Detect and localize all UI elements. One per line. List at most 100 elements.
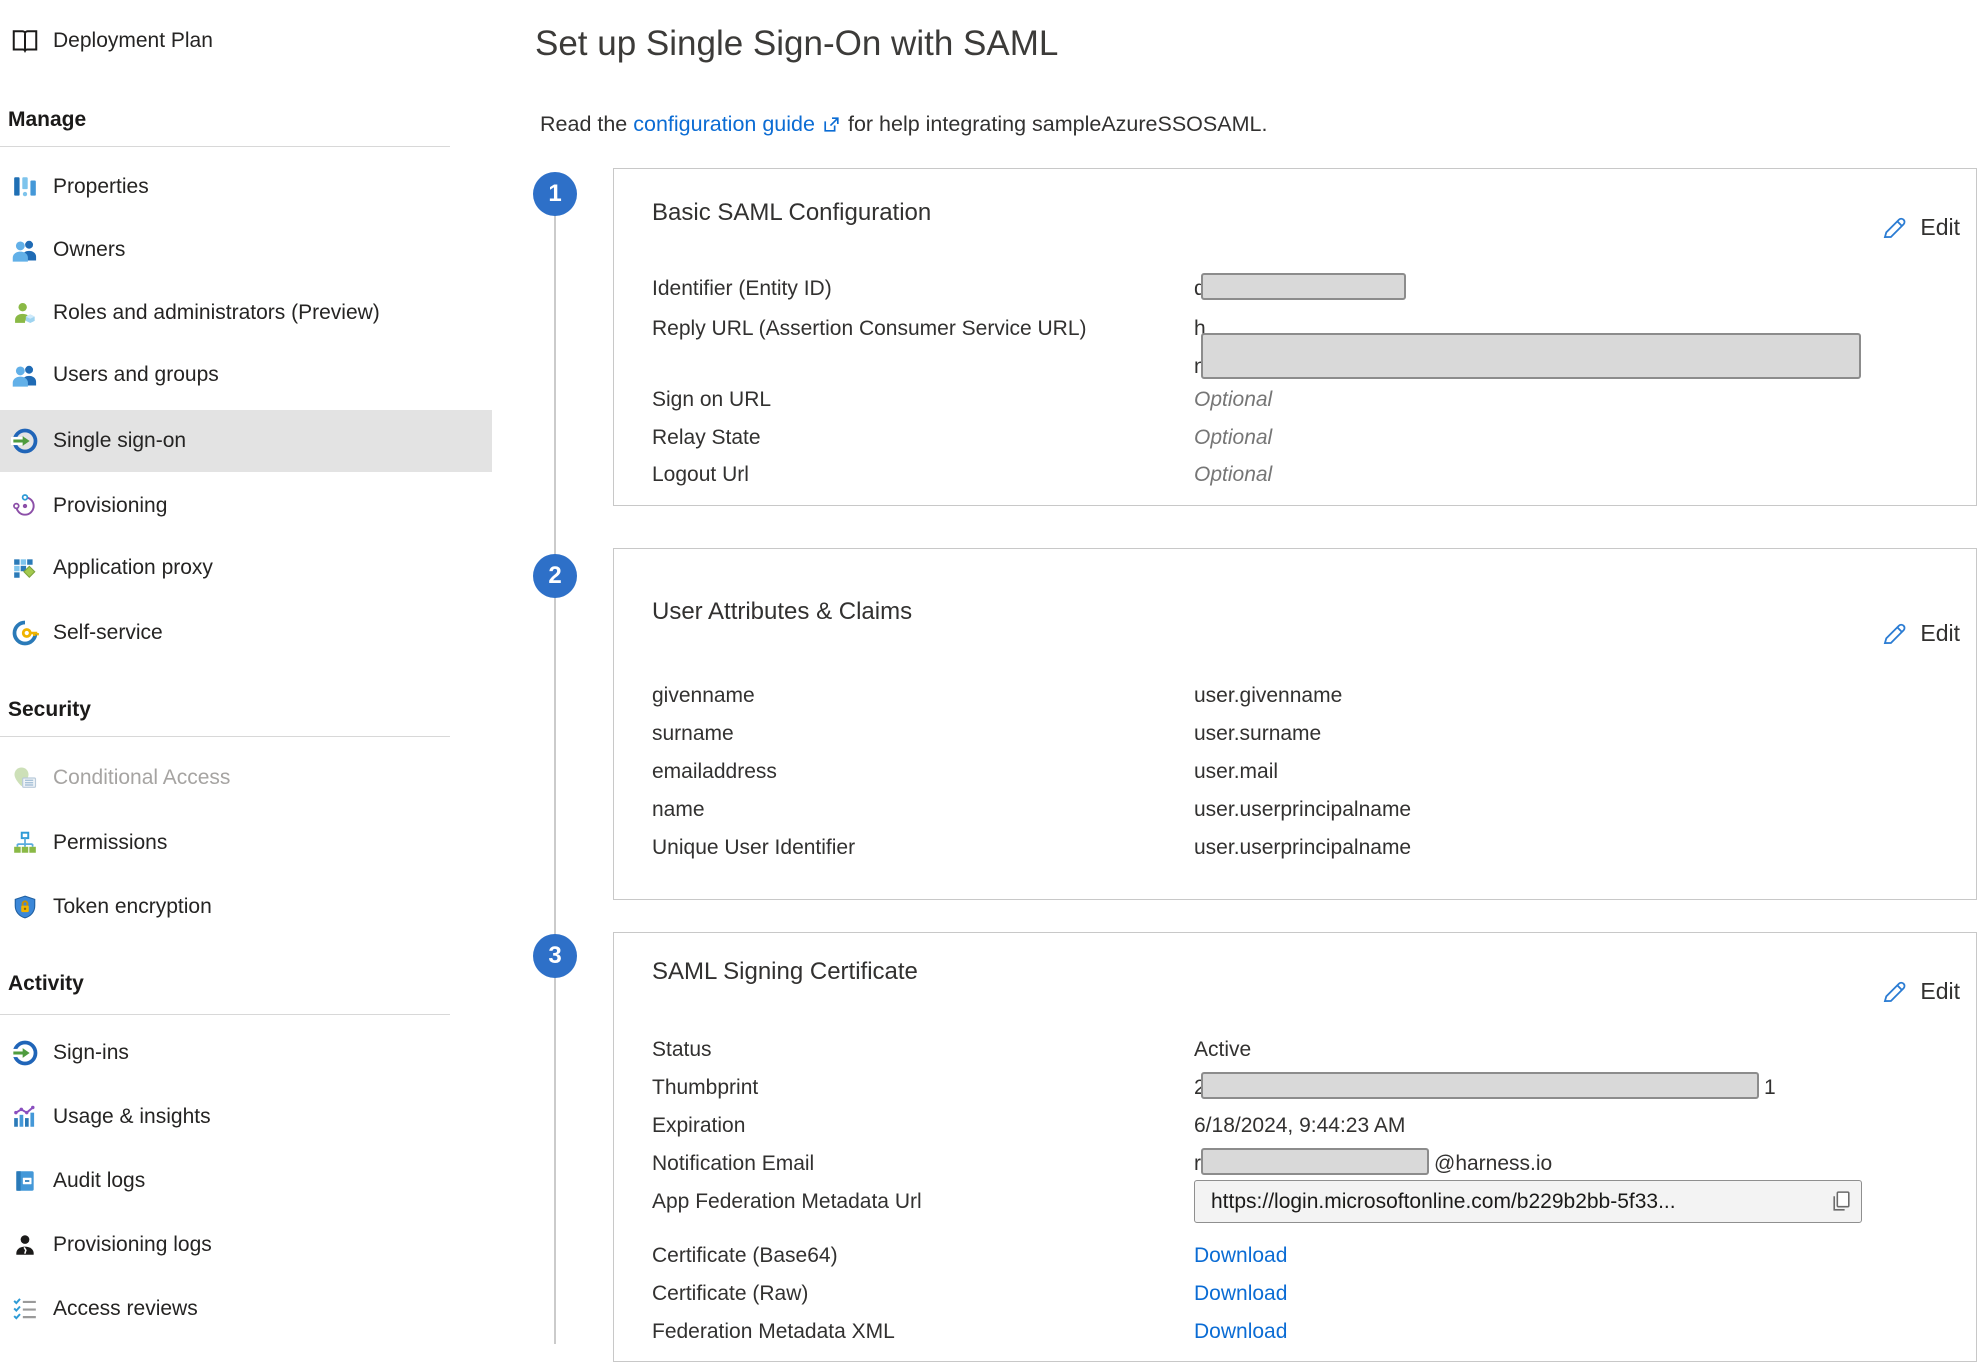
edit-basic-saml-button[interactable]: Edit bbox=[1881, 214, 1960, 241]
download-federation-metadata-xml-link[interactable]: Download bbox=[1194, 1318, 1287, 1345]
claim-value: user.givenname bbox=[1194, 682, 1342, 709]
field-label: Notification Email bbox=[652, 1150, 814, 1177]
field-label: Expiration bbox=[652, 1112, 745, 1139]
claim-value: user.mail bbox=[1194, 758, 1278, 785]
redaction-box-identifier bbox=[1201, 273, 1406, 300]
sidebar-item-conditional-access[interactable]: Conditional Access bbox=[0, 747, 492, 809]
sidebar-section-activity: Activity bbox=[8, 968, 84, 1000]
sidebar-item-owners[interactable]: Owners bbox=[0, 219, 492, 281]
divider bbox=[0, 1014, 450, 1015]
card-basic-saml-configuration: Basic SAML Configuration Edit Identifier… bbox=[613, 168, 1977, 506]
field-label: Certificate (Raw) bbox=[652, 1280, 808, 1307]
edit-pencil-icon bbox=[1881, 978, 1908, 1005]
claim-label: surname bbox=[652, 720, 734, 747]
sidebar-item-label: Token encryption bbox=[53, 895, 212, 919]
edit-pencil-icon bbox=[1881, 214, 1908, 241]
claim-value: user.surname bbox=[1194, 720, 1321, 747]
download-certificate-raw-link[interactable]: Download bbox=[1194, 1280, 1287, 1307]
provisioning-logs-icon bbox=[8, 1228, 42, 1262]
roles-icon bbox=[8, 296, 42, 330]
redaction-box-notification-email bbox=[1201, 1148, 1429, 1175]
sidebar-item-label: Single sign-on bbox=[53, 429, 186, 453]
configuration-guide-link[interactable]: configuration guide bbox=[633, 112, 815, 137]
sidebar-item-label: Sign-ins bbox=[53, 1041, 129, 1065]
sign-ins-icon bbox=[8, 1036, 42, 1070]
sidebar-item-self-service[interactable]: Self-service bbox=[0, 602, 492, 664]
app-federation-metadata-url-box[interactable]: https://login.microsoftonline.com/b229b2… bbox=[1194, 1180, 1862, 1223]
sidebar-item-users-and-groups[interactable]: Users and groups bbox=[0, 344, 492, 406]
sidebar-item-label: Deployment Plan bbox=[53, 29, 213, 53]
sidebar-item-sign-ins[interactable]: Sign-ins bbox=[0, 1022, 492, 1084]
sidebar-item-provisioning[interactable]: Provisioning bbox=[0, 475, 492, 537]
audit-logs-icon bbox=[8, 1164, 42, 1198]
claim-value: user.userprincipalname bbox=[1194, 834, 1411, 861]
sidebar-item-deployment-plan[interactable]: Deployment Plan bbox=[0, 10, 492, 72]
sidebar-section-manage: Manage bbox=[8, 104, 86, 136]
field-label: Certificate (Base64) bbox=[652, 1242, 838, 1269]
field-label: Federation Metadata XML bbox=[652, 1318, 895, 1345]
intro-suffix: for help integrating sampleAzureSSOSAML. bbox=[848, 112, 1267, 137]
step-badge-3: 3 bbox=[533, 934, 577, 978]
field-value-status: Active bbox=[1194, 1036, 1251, 1063]
app-federation-metadata-url-value: https://login.microsoftonline.com/b229b2… bbox=[1195, 1190, 1821, 1214]
field-value-notification-email: r bbox=[1194, 1150, 1201, 1177]
sidebar-item-label: Application proxy bbox=[53, 556, 213, 580]
field-label: Reply URL (Assertion Consumer Service UR… bbox=[652, 315, 1087, 342]
access-reviews-icon bbox=[8, 1292, 42, 1326]
edit-user-attributes-button[interactable]: Edit bbox=[1881, 620, 1960, 647]
sidebar-item-access-reviews[interactable]: Access reviews bbox=[0, 1278, 492, 1340]
sidebar-item-label: Self-service bbox=[53, 621, 163, 645]
divider bbox=[0, 736, 450, 737]
sidebar-item-usage-insights[interactable]: Usage & insights bbox=[0, 1086, 492, 1148]
step-badge-2: 2 bbox=[533, 554, 577, 598]
sidebar-section-security: Security bbox=[8, 694, 91, 726]
sidebar-item-label: Provisioning bbox=[53, 494, 167, 518]
edit-signing-certificate-button[interactable]: Edit bbox=[1881, 978, 1960, 1005]
sidebar-item-label: Properties bbox=[53, 175, 149, 199]
sidebar-item-label: Users and groups bbox=[53, 363, 219, 387]
copy-icon[interactable] bbox=[1821, 1189, 1861, 1214]
page-title: Set up Single Sign-On with SAML bbox=[535, 24, 1058, 64]
sidebar-item-token-encryption[interactable]: Token encryption bbox=[0, 876, 492, 938]
sidebar-item-application-proxy[interactable]: Application proxy bbox=[0, 537, 492, 599]
sidebar-item-audit-logs[interactable]: Audit logs bbox=[0, 1150, 492, 1212]
token-encryption-icon bbox=[8, 890, 42, 924]
card-title: Basic SAML Configuration bbox=[652, 199, 931, 227]
field-label: Relay State bbox=[652, 424, 761, 451]
sidebar-item-label: Owners bbox=[53, 238, 125, 262]
step-badge-1: 1 bbox=[533, 172, 577, 216]
sidebar-item-properties[interactable]: Properties bbox=[0, 156, 492, 218]
sidebar-item-permissions[interactable]: Permissions bbox=[0, 812, 492, 874]
sidebar-item-label: Conditional Access bbox=[53, 766, 230, 790]
sidebar-item-label: Audit logs bbox=[53, 1169, 145, 1193]
sidebar-item-label: Roles and administrators (Preview) bbox=[53, 301, 380, 325]
conditional-access-icon bbox=[8, 761, 42, 795]
field-value-relay-state: Optional bbox=[1194, 424, 1272, 451]
permissions-icon bbox=[8, 826, 42, 860]
card-title: User Attributes & Claims bbox=[652, 598, 912, 626]
sidebar-item-single-sign-on[interactable]: Single sign-on bbox=[0, 410, 492, 472]
field-label: Status bbox=[652, 1036, 712, 1063]
sidebar-item-roles-administrators[interactable]: Roles and administrators (Preview) bbox=[0, 282, 492, 344]
field-label: App Federation Metadata Url bbox=[652, 1188, 922, 1215]
single-sign-on-icon bbox=[8, 424, 42, 458]
users-groups-icon bbox=[8, 358, 42, 392]
edit-label: Edit bbox=[1920, 978, 1960, 1005]
field-label: Thumbprint bbox=[652, 1074, 758, 1101]
redaction-box-reply-url bbox=[1201, 333, 1861, 379]
provisioning-icon bbox=[8, 489, 42, 523]
card-title: SAML Signing Certificate bbox=[652, 958, 918, 986]
claim-label: givenname bbox=[652, 682, 755, 709]
sidebar-item-label: Permissions bbox=[53, 831, 167, 855]
properties-icon bbox=[8, 170, 42, 204]
book-icon bbox=[8, 24, 42, 58]
sidebar-item-provisioning-logs[interactable]: Provisioning logs bbox=[0, 1214, 492, 1276]
usage-insights-icon bbox=[8, 1100, 42, 1134]
sidebar: Deployment Plan Manage Properties Owners… bbox=[0, 0, 492, 1344]
notification-email-suffix: @harness.io bbox=[1434, 1150, 1552, 1177]
download-certificate-base64-link[interactable]: Download bbox=[1194, 1242, 1287, 1269]
edit-label: Edit bbox=[1920, 620, 1960, 647]
claim-label: name bbox=[652, 796, 705, 823]
redaction-box-thumbprint bbox=[1201, 1072, 1759, 1099]
edit-pencil-icon bbox=[1881, 620, 1908, 647]
